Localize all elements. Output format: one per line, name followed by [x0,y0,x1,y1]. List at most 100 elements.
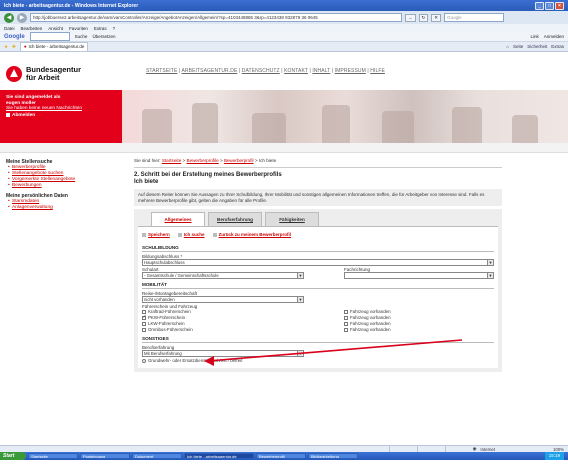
topnav-hilfe[interactable]: HILFE [370,68,385,74]
toolbar-link-button[interactable]: Link [530,34,538,39]
address-toolbar: ◀ ▶ http://jobboerse2.arbeitsagentur.de/… [0,11,568,24]
topnav-impressum[interactable]: IMPRESSUM [335,68,366,74]
google-logo: Google [4,33,25,40]
reisebereitschaft-select[interactable]: nicht vorhanden ▼ [142,296,304,303]
vehicle-row[interactable]: Fahrzeug vorhanden [344,321,391,327]
content-area: Sie sind hier: Startseite > Bewerberprof… [130,153,502,372]
vehicle-checkbox[interactable] [344,310,348,314]
vehicle-row[interactable]: Fahrzeug vorhanden [344,315,391,321]
license-checkbox[interactable] [142,322,146,326]
taskbar-item[interactable]: Bildbearbeitung [308,453,358,459]
menu-bearbeiten[interactable]: Bearbeiten [21,26,43,31]
wehrdienst-row[interactable]: Grundwehr- oder Ersatzdienst absolviert … [142,358,494,364]
vehicle-checkbox[interactable] [344,316,348,320]
vehicle-row[interactable]: Fahrzeug vorhanden [344,309,391,315]
nav-item-anlagenverwaltung[interactable]: Anlagenverwaltung [8,205,126,211]
command-sicherheit[interactable]: Sicherheit [527,44,547,49]
maximize-button[interactable]: □ [545,1,554,10]
ich-suche-button[interactable]: Ich suche [177,232,205,237]
chevron-down-icon: ▼ [297,273,303,278]
breadcrumb: Sie sind hier: Startseite > Bewerberprof… [134,158,277,163]
minimize-button[interactable]: _ [535,1,544,10]
breadcrumb-startseite[interactable]: Startseite [162,158,181,163]
nav-item-bewerbungen[interactable]: Bewerbungen [8,183,126,189]
taskbar-item[interactable]: Dokument [132,453,182,459]
taskbar-item[interactable]: Startseite [28,453,78,459]
vehicle-label: Fahrzeug vorhanden [350,309,391,315]
license-checkbox[interactable] [142,328,146,332]
home-icon[interactable]: ⌂ [506,44,509,49]
breadcrumb-prefix: Sie sind hier: [134,158,161,163]
ich-suche-bullet-icon [177,232,182,237]
command-seite[interactable]: Seite [513,44,523,49]
license-checkbox[interactable] [142,315,147,320]
fachrichtung-select[interactable]: ▼ [344,272,494,279]
breadcrumb-bewerberprofile[interactable]: Bewerberprofile [187,158,219,163]
topnav-startseite[interactable]: STARTSEITE [146,68,177,74]
toolbar-search-button[interactable]: Suche [75,34,88,39]
vehicle-row[interactable]: Fahrzeug vorhanden [344,327,391,333]
left-navigation: Meine Stellensuche Bewerberprofile Stell… [0,153,130,372]
chevron-down-icon: ▼ [487,260,493,265]
license-name: Kraftrad-Führerschein [148,309,191,315]
toolbar-signin-button[interactable]: Anmelden [544,34,564,39]
logout-link[interactable]: Abmelden [6,113,116,119]
topnav-kontakt[interactable]: KONTAKT [284,68,308,74]
schulart-value: - Gesamtschule / Gemeinschaftsschule [144,273,219,278]
zoom-level[interactable]: 100% [553,447,564,452]
section-mobilitaet: MOBILITÄT [142,282,168,287]
stop-icon[interactable]: ✕ [431,13,442,22]
refresh-icon[interactable]: ↻ [418,13,429,22]
breadcrumb-bewerberprofil[interactable]: Bewerberprofil [224,158,254,163]
tab-allgemeines[interactable]: Allgemeines [151,212,205,226]
taskbar-item[interactable]: Bewerberprofil [256,453,306,459]
command-extras[interactable]: Extras [551,44,564,49]
zone-label: Internet [480,446,495,452]
nav-list-daten: Stammdaten Anlagenverwaltung [6,199,126,211]
license-row[interactable]: Omnibus-Führerschein [142,327,344,333]
tab-faehigkeiten[interactable]: Fähigkeiten [265,212,319,226]
topnav-arbeitsagentur[interactable]: ARBEITSAGENTUR.DE [182,68,238,74]
ich-suche-label: Ich suche [183,232,205,237]
schulart-select[interactable]: - Gesamtschule / Gemeinschaftsschule ▼ [142,272,304,279]
berufserfahrung-select[interactable]: Mit Berufserfahrung ▼ [142,350,304,357]
license-name: Omnibus-Führerschein [148,327,193,333]
close-button[interactable]: × [555,1,564,10]
go-button[interactable]: → [405,13,416,22]
license-grid: Kraftrad-Führerschein PKW-Führerschein L… [142,309,494,333]
back-to-profile-button[interactable]: Zurück zu meinem Bewerberprofil [212,232,291,237]
section-sonstiges: SONSTIGES [142,336,169,341]
wehrdienst-radio[interactable] [142,359,146,363]
bildungsabschluss-select[interactable]: Hauptschulabschluss ▼ [142,259,494,266]
browser-tab[interactable]: ● Ich biete - arbeitsagentur.de [19,42,89,51]
tab-berufserfahrung[interactable]: Berufserfahrung [208,212,262,226]
license-name: PKW-Führerschein [148,315,186,321]
toolbar-search-input[interactable] [29,32,70,41]
forward-icon[interactable]: ▶ [17,12,27,23]
page-title-line2: Ich biete [134,179,159,185]
add-favorite-icon[interactable]: ✚ [12,44,16,50]
taskbar-item-active[interactable]: Ich biete - arbeitsagentur.de [184,453,254,459]
messages-link[interactable]: Sie haben keine neuen Nachrichten [6,106,116,112]
vehicle-checkbox[interactable] [344,328,348,332]
search-input[interactable]: Google [444,13,505,22]
save-button[interactable]: Speichern [142,232,170,237]
topnav-inhalt[interactable]: INHALT [312,68,330,74]
toolbar-translate-button[interactable]: Übersetzen [92,34,115,39]
topnav-datenschutz[interactable]: DATENSCHUTZ [242,68,280,74]
start-button[interactable]: Start [0,452,26,460]
menu-help[interactable]: ? [113,26,116,31]
back-icon[interactable]: ◀ [4,12,14,23]
address-input[interactable]: http://jobboerse2.arbeitsagentur.de/vam/… [30,13,402,22]
menu-extras[interactable]: Extras [94,26,107,31]
menu-favoriten[interactable]: Favoriten [69,26,88,31]
menu-ansicht[interactable]: Ansicht [48,26,63,31]
bildungsabschluss-value: Hauptschulabschluss [144,260,185,265]
taskbar: Start Startseite Posteingang Dokument Ic… [0,452,568,460]
form-panel: Speichern Ich suche Zurück zu meinem Bew… [138,226,498,368]
favorites-star-icon[interactable]: ★ [4,44,8,50]
vehicle-checkbox[interactable] [344,322,348,326]
menu-datei[interactable]: Datei [4,26,15,31]
taskbar-item[interactable]: Posteingang [80,453,130,459]
window-titlebar: Ich biete - arbeitsagentur.de - Windows … [0,0,568,11]
